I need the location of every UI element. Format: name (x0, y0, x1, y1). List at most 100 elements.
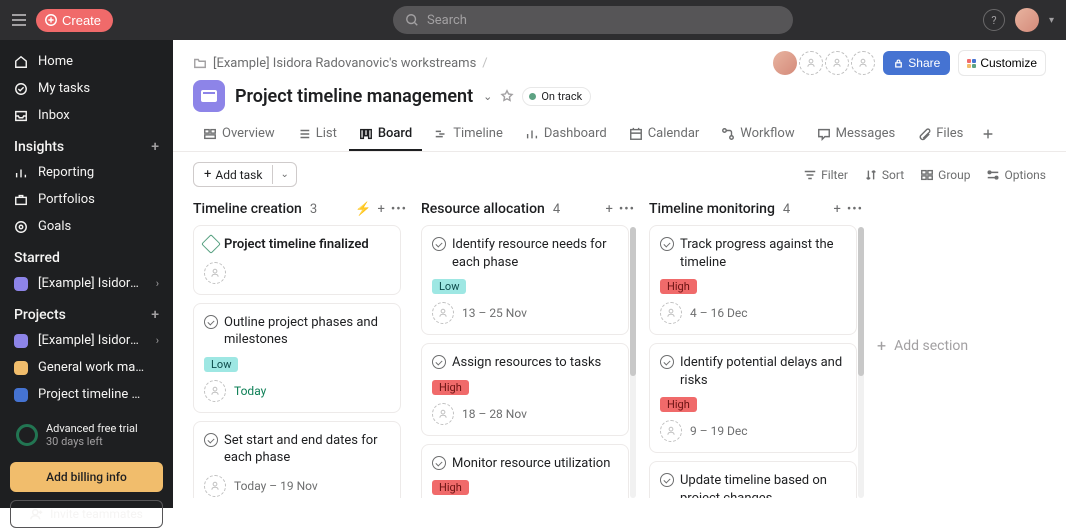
complete-checkbox[interactable] (660, 237, 674, 251)
task-card[interactable]: Update timeline based on project changes… (649, 461, 857, 498)
add-billing-button[interactable]: Add billing info (10, 462, 163, 492)
task-card[interactable]: Outline project phases and milestonesLow… (193, 303, 401, 413)
complete-checkbox[interactable] (660, 473, 674, 487)
help-icon[interactable]: ? (983, 9, 1005, 31)
search-input[interactable]: Search (393, 6, 793, 34)
nav-goals[interactable]: Goals (0, 213, 173, 240)
user-menu-chevron-icon[interactable]: ▾ (1049, 15, 1054, 26)
tab-calendar[interactable]: Calendar (619, 118, 710, 151)
add-section-button[interactable]: +Add section (877, 197, 968, 498)
column-more-icon[interactable]: ••• (619, 202, 635, 217)
nav-reporting[interactable]: Reporting (0, 159, 173, 186)
member-placeholder-icon[interactable] (851, 51, 875, 75)
assignee-placeholder-icon[interactable] (204, 380, 226, 402)
column-name[interactable]: Timeline monitoring (649, 201, 775, 217)
member-avatar[interactable] (773, 51, 797, 75)
column-add-icon[interactable]: + (833, 202, 840, 217)
trial-ring-icon (16, 424, 38, 446)
insights-header[interactable]: Insights+ (0, 129, 173, 159)
project-item[interactable]: [Example] Isidora Ra…› (0, 327, 173, 354)
tab-timeline[interactable]: Timeline (424, 118, 513, 151)
task-title: Project timeline finalized (224, 236, 369, 254)
breadcrumb[interactable]: [Example] Isidora Radovanovic's workstre… (213, 56, 476, 71)
tab-files[interactable]: Files (907, 118, 973, 151)
priority-pill: Low (204, 357, 238, 372)
insights-add-icon[interactable]: + (151, 139, 159, 155)
member-placeholder-icon[interactable] (825, 51, 849, 75)
task-card[interactable]: Identify resource needs for each phaseLo… (421, 225, 629, 335)
tab-list[interactable]: List (287, 118, 347, 151)
task-card[interactable]: Track progress against the timelineHigh4… (649, 225, 857, 335)
complete-checkbox[interactable] (660, 355, 674, 369)
title-dropdown-icon[interactable]: ⌄ (483, 90, 492, 103)
group-button[interactable]: Group (920, 168, 970, 182)
nav-inbox[interactable]: Inbox (0, 102, 173, 129)
column-add-icon[interactable]: + (377, 202, 384, 217)
complete-checkbox[interactable] (432, 456, 446, 470)
customize-button[interactable]: Customize (958, 50, 1046, 76)
column-add-icon[interactable]: + (605, 202, 612, 217)
complete-checkbox[interactable] (432, 237, 446, 251)
tab-workflow[interactable]: Workflow (711, 118, 804, 151)
complete-checkbox[interactable] (204, 433, 218, 447)
priority-pill: High (660, 279, 697, 294)
scrollbar[interactable] (858, 227, 864, 498)
task-title: Set start and end dates for each phase (224, 432, 390, 467)
tab-messages[interactable]: Messages (807, 118, 906, 151)
column-body: Track progress against the timelineHigh4… (649, 225, 863, 498)
share-button[interactable]: Share (883, 51, 950, 75)
assignee-placeholder-icon[interactable] (204, 262, 226, 284)
project-item[interactable]: General work manageme… (0, 354, 173, 381)
tab-board[interactable]: Board (349, 118, 422, 151)
task-card[interactable]: Assign resources to tasksHigh18 – 28 Nov (421, 343, 629, 436)
complete-checkbox[interactable] (432, 355, 446, 369)
task-card[interactable]: Project timeline finalized (193, 225, 401, 295)
toolbar: +Add task ⌄ Filter Sort Group Options (173, 152, 1066, 197)
bolt-icon[interactable]: ⚡ (355, 202, 371, 217)
nav-home[interactable]: Home (0, 48, 173, 75)
status-pill[interactable]: On track (522, 87, 591, 106)
tab-dashboard[interactable]: Dashboard (515, 118, 617, 151)
task-card[interactable]: Identify potential delays and risksHigh9… (649, 343, 857, 453)
column-more-icon[interactable]: ••• (847, 202, 863, 217)
tab-overview[interactable]: Overview (193, 118, 285, 151)
menu-icon[interactable] (12, 14, 26, 26)
task-title: Update timeline based on project changes (680, 472, 846, 498)
column-count: 4 (783, 202, 790, 217)
add-task-button[interactable]: +Add task (194, 163, 272, 186)
assignee-placeholder-icon[interactable] (660, 302, 682, 324)
add-task-dropdown[interactable]: ⌄ (272, 165, 295, 184)
column-name[interactable]: Resource allocation (421, 201, 545, 217)
projects-add-icon[interactable]: + (151, 307, 159, 323)
column-more-icon[interactable]: ••• (391, 202, 407, 217)
options-button[interactable]: Options (986, 168, 1046, 182)
filter-button[interactable]: Filter (803, 168, 848, 182)
assignee-placeholder-icon[interactable] (204, 475, 226, 497)
task-card[interactable]: Monitor resource utilizationHigh25 Nov –… (421, 444, 629, 498)
create-button[interactable]: Create (36, 9, 113, 32)
star-icon[interactable] (500, 89, 514, 103)
complete-checkbox[interactable] (204, 315, 218, 329)
member-placeholder-icon[interactable] (799, 51, 823, 75)
search-placeholder: Search (427, 13, 467, 28)
assignee-placeholder-icon[interactable] (432, 302, 454, 324)
project-item[interactable]: Project timeline manage… (0, 381, 173, 408)
starred-item[interactable]: [Example] Isidora Ra… › (0, 270, 173, 297)
sort-button[interactable]: Sort (864, 168, 904, 182)
user-avatar[interactable] (1015, 8, 1039, 32)
scrollbar[interactable] (630, 227, 636, 498)
member-avatars[interactable] (773, 51, 875, 75)
invite-button[interactable]: Invite teammates (10, 500, 163, 528)
search-wrap: Search (393, 6, 793, 34)
assignee-placeholder-icon[interactable] (660, 420, 682, 442)
task-card[interactable]: Set start and end dates for each phaseTo… (193, 421, 401, 498)
starred-header[interactable]: Starred (0, 240, 173, 270)
projects-header[interactable]: Projects+ (0, 297, 173, 327)
tab-add[interactable] (975, 118, 1001, 151)
nav-portfolios[interactable]: Portfolios (0, 186, 173, 213)
milestone-icon[interactable] (201, 234, 221, 254)
assignee-placeholder-icon[interactable] (432, 403, 454, 425)
main: [Example] Isidora Radovanovic's workstre… (173, 40, 1066, 508)
nav-my-tasks[interactable]: My tasks (0, 75, 173, 102)
column-name[interactable]: Timeline creation (193, 201, 302, 217)
